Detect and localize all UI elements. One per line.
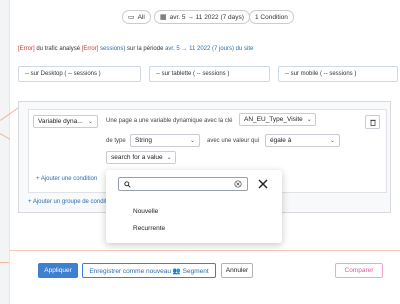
dropdown-option[interactable]: Recurrente	[133, 225, 165, 232]
condition-type-select[interactable]: Variable dyna... ⌄	[33, 115, 98, 128]
data-type-value: String	[135, 137, 152, 144]
calendar-icon: ▦	[160, 14, 167, 21]
dropdown-search-field[interactable]	[118, 177, 248, 191]
apply-button[interactable]: Appliquer	[38, 263, 78, 278]
close-icon[interactable]	[257, 178, 269, 190]
value-search-placeholder: search for a value	[111, 154, 163, 161]
chevron-down-icon: ⌄	[306, 117, 312, 123]
search-icon	[124, 181, 131, 188]
footer-divider	[9, 250, 400, 251]
date-range-label: avr. 5 → 11 2022 (7 days)	[169, 13, 244, 21]
all-filter-label: All	[137, 13, 145, 21]
sessions-text: sessions)	[98, 46, 126, 52]
desktop-sessions-box: -- sur Desktop ( -- sessions )	[18, 66, 141, 82]
add-condition-link[interactable]: + Ajouter une condition	[36, 176, 97, 182]
operator-value: égale à	[270, 137, 292, 144]
condition-type-value: Variable dyna...	[38, 118, 83, 125]
chevron-down-icon: ⌄	[87, 119, 93, 125]
trash-icon	[369, 119, 376, 126]
condition-count-chip[interactable]: 1 Condition	[249, 10, 294, 24]
value-label: avec une valeur qui	[207, 138, 260, 144]
status-text: du trafic analysé	[34, 46, 82, 52]
traffic-status-line: [Error] du trafic analysé [Error] sessio…	[18, 46, 253, 52]
dropdown-search-input[interactable]	[135, 179, 223, 189]
tablet-sessions-label: -- sur tablette ( -- sessions )	[156, 71, 230, 77]
mobile-sessions-label: -- sur mobile ( -- sessions )	[285, 71, 357, 77]
error-text: [Error]	[18, 46, 35, 52]
value-search-select[interactable]: search for a value ⌄	[106, 151, 176, 164]
clear-icon[interactable]	[234, 180, 242, 188]
save-segment-button[interactable]: Enregistrer comme nouveau 👥 Segment	[82, 263, 216, 278]
add-condition-group-link[interactable]: + Ajouter un groupe de conditions	[28, 199, 118, 205]
chevron-down-icon: ⌄	[329, 138, 335, 144]
period-text: avr. 5 → 11 2022 (7 jours) du site	[165, 46, 254, 52]
data-type-select[interactable]: String ⌄	[130, 134, 200, 147]
desktop-sessions-label: -- sur Desktop ( -- sessions )	[25, 71, 101, 77]
variable-key-value: AN_EU_Type_Visite	[244, 116, 303, 123]
all-filter-chip[interactable]: ▭ All	[122, 10, 151, 24]
devices-icon: ▭	[128, 14, 135, 21]
dropdown-option[interactable]: Nouvelle	[133, 208, 158, 215]
tablet-sessions-box: -- sur tablette ( -- sessions )	[149, 66, 270, 82]
page-variable-text: Une page a une variable dynamique avec l…	[106, 118, 233, 124]
operator-select[interactable]: égale à ⌄	[265, 134, 340, 147]
variable-key-select[interactable]: AN_EU_Type_Visite ⌄	[239, 113, 316, 126]
cancel-button[interactable]: Annuler	[221, 263, 253, 278]
status-text: sur la période	[125, 46, 166, 52]
condition-count-label: 1 Condition	[255, 13, 288, 21]
type-label: de type	[106, 138, 126, 144]
compare-button[interactable]: Comparer	[335, 263, 383, 278]
value-dropdown: Nouvelle Recurrente	[106, 170, 282, 243]
date-range-chip[interactable]: ▦ avr. 5 → 11 2022 (7 days)	[154, 10, 250, 24]
mobile-sessions-box: -- sur mobile ( -- sessions )	[278, 66, 398, 82]
chevron-down-icon: ⌄	[166, 155, 172, 161]
delete-condition-button[interactable]	[365, 115, 380, 129]
error-text: [Error]	[81, 46, 99, 52]
connector-line	[0, 262, 9, 263]
chevron-down-icon: ⌄	[189, 138, 195, 144]
